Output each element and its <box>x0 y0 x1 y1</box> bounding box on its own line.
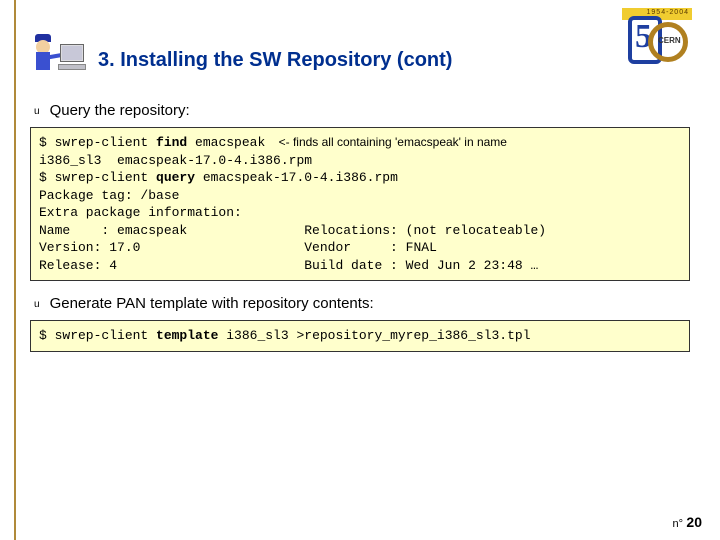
bullet-item: u Generate PAN template with repository … <box>30 295 690 312</box>
bullet-text: Query the repository: <box>50 102 190 119</box>
code-text: emacspeak-17.0-4.i386.rpm <box>195 170 398 185</box>
code-text: i386_sl3 >repository_myrep_i386_sl3.tpl <box>218 328 530 343</box>
slide-footer: n° 20 <box>673 514 702 530</box>
code-block-template: $ swrep-client template i386_sl3 >reposi… <box>30 320 690 352</box>
code-comment: <- finds all containing 'emacspeak' in n… <box>265 135 507 149</box>
code-text: emacspeak <box>187 135 265 150</box>
code-text: Package tag: /base <box>39 188 179 203</box>
mascot-icon <box>30 38 90 83</box>
page-number: 20 <box>686 514 702 530</box>
code-text: Extra package information: <box>39 205 242 220</box>
code-keyword: query <box>156 170 195 185</box>
slide-content: u Query the repository: $ swrep-client f… <box>30 98 690 366</box>
code-text: $ swrep-client <box>39 328 156 343</box>
slide-title: 3. Installing the SW Repository (cont) <box>98 49 690 72</box>
bullet-marker: u <box>34 299 40 310</box>
code-text: $ swrep-client <box>39 170 156 185</box>
bullet-marker: u <box>34 106 40 117</box>
slide-header: 3. Installing the SW Repository (cont) <box>30 38 690 83</box>
vertical-rule <box>14 0 16 540</box>
bullet-item: u Query the repository: <box>30 102 690 119</box>
bullet-text: Generate PAN template with repository co… <box>50 295 374 312</box>
code-text: $ swrep-client <box>39 135 156 150</box>
code-block-query: $ swrep-client find emacspeak <- finds a… <box>30 127 690 281</box>
code-text: Release: 4 Build date : Wed Jun 2 23:48 … <box>39 258 538 273</box>
code-text: Version: 17.0 Vendor : FNAL <box>39 240 437 255</box>
code-keyword: find <box>156 135 187 150</box>
code-text: i386_sl3 emacspeak-17.0-4.i386.rpm <box>39 153 312 168</box>
code-keyword: template <box>156 328 218 343</box>
code-text: Name : emacspeak Relocations: (not reloc… <box>39 223 546 238</box>
page-label: n° <box>673 518 684 530</box>
